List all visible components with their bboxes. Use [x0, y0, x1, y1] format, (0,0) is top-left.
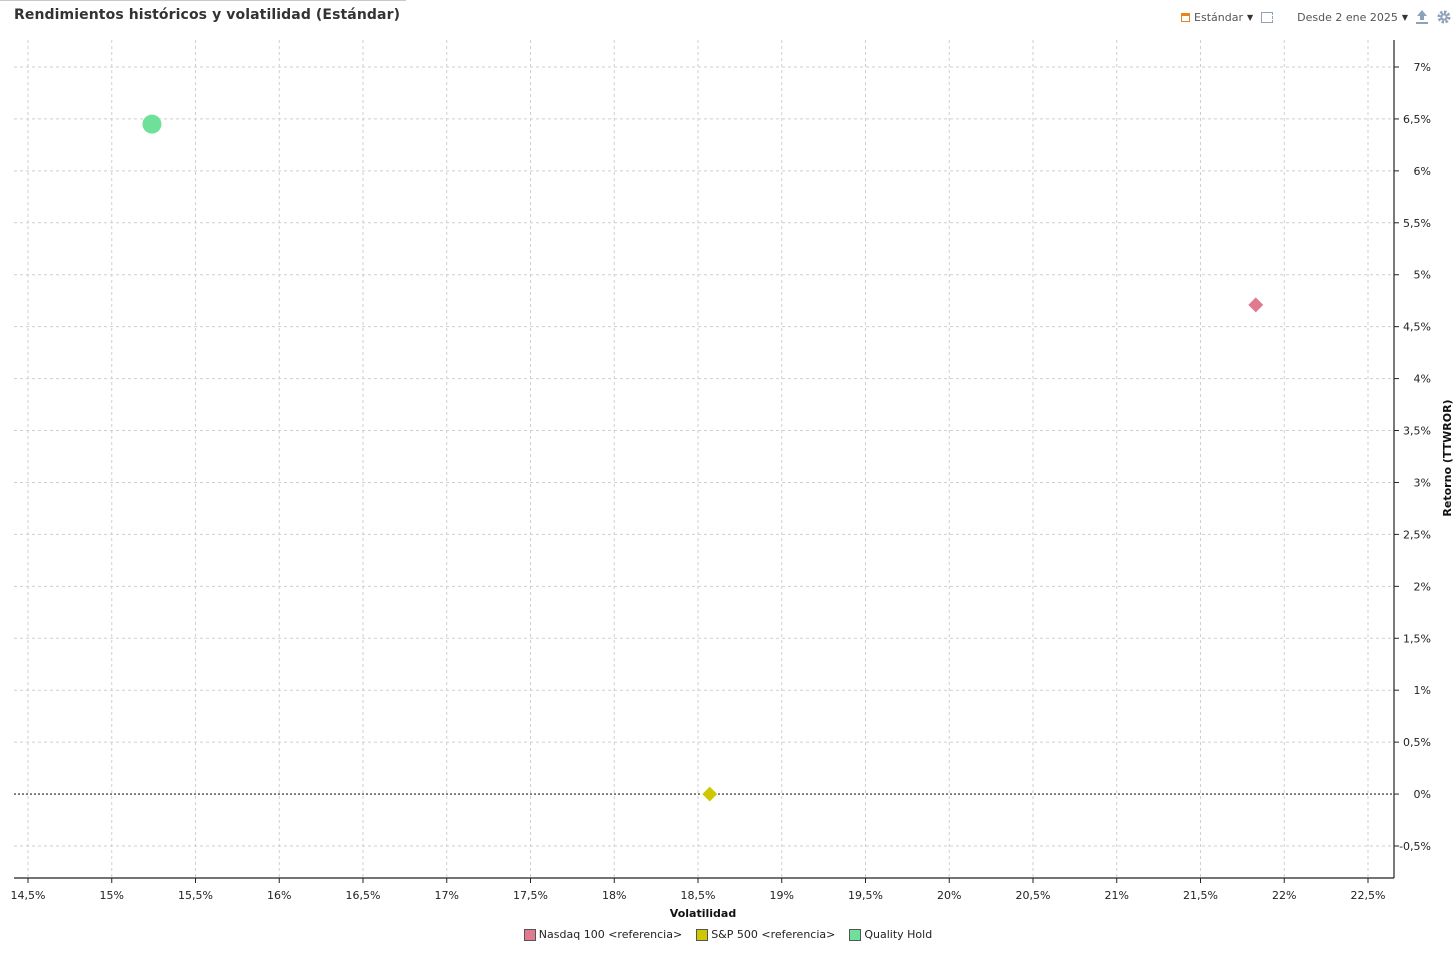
- x-tick-label: 18,5%: [681, 889, 716, 902]
- y-tick-label: 2%: [1414, 580, 1431, 593]
- y-tick-label: -0,5%: [1399, 840, 1431, 853]
- x-tick-label: 19,5%: [848, 889, 883, 902]
- legend-item-quality-hold[interactable]: Quality Hold: [849, 928, 932, 941]
- legend-swatch: [849, 928, 862, 941]
- x-axis-label: Volatilidad: [670, 907, 736, 920]
- x-tick-label: 16%: [267, 889, 291, 902]
- legend-label: Nasdaq 100 <referencia>: [538, 928, 683, 941]
- x-tick-label: 18%: [602, 889, 626, 902]
- x-tick-label: 14,5%: [11, 889, 46, 902]
- y-tick-label: 3,5%: [1403, 425, 1431, 438]
- y-tick-label: 5,5%: [1403, 217, 1431, 230]
- data-point: [1247, 296, 1265, 314]
- legend-item-sp500[interactable]: S&P 500 <referencia>: [696, 928, 835, 941]
- y-tick-label: 2,5%: [1403, 528, 1431, 541]
- data-point: [701, 785, 719, 803]
- scatter-chart: 14,5% 15% 15,5% 16% 16,5% 17% 17,5% 18% 18,5% 19%…: [11, 40, 1454, 920]
- legend-label: S&P 500 <referencia>: [711, 928, 836, 941]
- x-tick-label: 21,5%: [1183, 889, 1218, 902]
- y-tick-label: 1%: [1414, 684, 1431, 697]
- y-tick-label: 5%: [1414, 269, 1431, 282]
- x-tick-label: 15%: [100, 889, 124, 902]
- y-tick-label: 0%: [1414, 788, 1431, 801]
- x-tick-label: 17%: [435, 889, 459, 902]
- y-tick-label: 1,5%: [1403, 632, 1431, 645]
- legend-item-nasdaq[interactable]: Nasdaq 100 <referencia>: [523, 928, 683, 941]
- data-point: [142, 114, 162, 134]
- legend-swatch: [523, 928, 536, 941]
- y-tick-label: 4,5%: [1403, 321, 1431, 334]
- y-tick-label: 7%: [1414, 61, 1431, 74]
- x-tick-label: 20,5%: [1016, 889, 1051, 902]
- x-tick-label: 16,5%: [346, 889, 381, 902]
- y-axis-label: Retorno (TTWROR): [1441, 399, 1454, 516]
- y-tick-label: 0,5%: [1403, 736, 1431, 749]
- y-tick-label: 4%: [1414, 373, 1431, 386]
- y-tick-label: 6%: [1414, 165, 1431, 178]
- legend: Nasdaq 100 <referencia> S&P 500 <referen…: [0, 928, 1456, 941]
- x-tick-label: 22,5%: [1351, 889, 1386, 902]
- x-tick-label: 17,5%: [513, 889, 548, 902]
- legend-label: Quality Hold: [864, 928, 933, 941]
- y-tick-label: 6,5%: [1403, 113, 1431, 126]
- x-tick-label: 21%: [1105, 889, 1129, 902]
- legend-swatch: [696, 928, 709, 941]
- x-tick-label: 22%: [1272, 889, 1296, 902]
- x-tick-label: 19%: [770, 889, 794, 902]
- x-tick-label: 15,5%: [178, 889, 213, 902]
- x-tick-label: 20%: [937, 889, 961, 902]
- y-tick-label: 3%: [1414, 476, 1431, 489]
